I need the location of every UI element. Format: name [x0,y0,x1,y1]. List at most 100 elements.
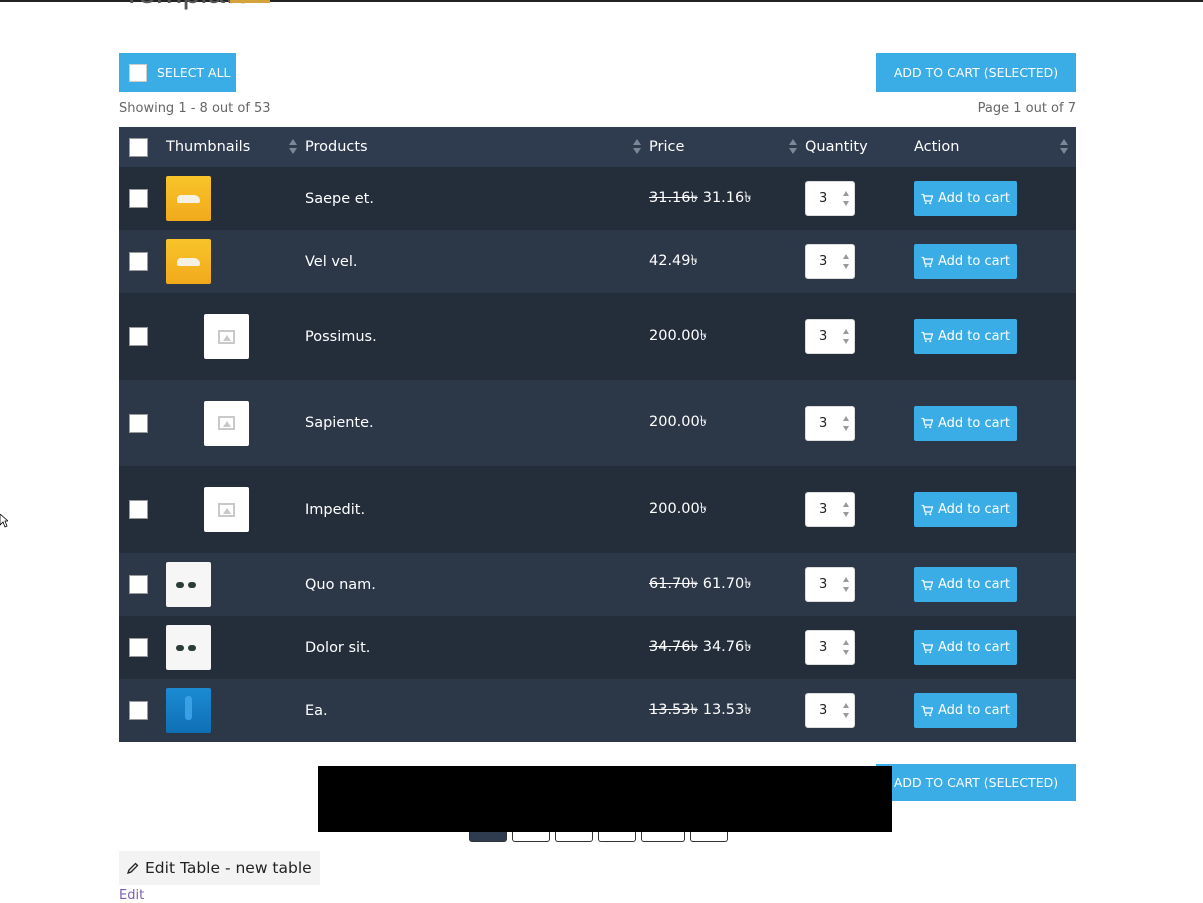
pagination-page[interactable] [641,832,685,842]
table-row: Saepe et. 31.16৳ 31.16৳ 3 Add to cart [119,167,1076,230]
header-action[interactable]: Action [914,127,1076,167]
table-row: Vel vel. 42.49৳ 3 Add to cart [119,230,1076,293]
add-to-cart-label: Add to cart [937,703,1011,718]
add-to-cart-button[interactable]: Add to cart [914,405,1017,441]
spinner-arrows-icon[interactable] [843,191,850,208]
edit-table-label: Edit Table - new table [145,859,312,877]
placeholder-image-icon[interactable] [204,314,249,359]
header-quantity: Quantity [805,127,914,167]
quantity-stepper[interactable]: 3 [805,492,855,527]
product-name[interactable]: Impedit. [305,502,365,518]
sort-icon[interactable] [789,139,797,155]
product-price: 31.16৳ [702,189,752,206]
product-thumbnail[interactable] [166,688,211,733]
spinner-arrows-icon[interactable] [843,329,850,346]
quantity-stepper[interactable]: 3 [805,405,855,441]
quantity-stepper[interactable]: 3 [805,693,855,728]
row-checkbox[interactable] [129,252,148,271]
select-all-label: SELECT ALL [157,65,231,80]
spinner-arrows-icon[interactable] [843,254,850,271]
page-indicator: Page 1 out of 7 [977,101,1076,116]
spinner-arrows-icon[interactable] [843,502,850,519]
cart-icon [921,193,933,204]
quantity-stepper[interactable]: 3 [805,244,855,279]
product-thumbnail[interactable] [166,562,211,607]
product-thumbnail[interactable] [166,176,211,221]
add-to-cart-button[interactable]: Add to cart [914,630,1017,665]
quantity-value[interactable]: 3 [819,577,827,592]
select-all-checkbox[interactable] [129,63,147,82]
quantity-value[interactable]: 3 [819,416,827,431]
table-row: Sapiente. 200.00৳ 3 Add to cart [119,380,1076,466]
add-to-cart-label: Add to cart [937,191,1011,206]
pagination-page[interactable] [690,832,728,842]
product-name[interactable]: Vel vel. [305,254,358,270]
sort-icon[interactable] [1060,139,1068,155]
cart-icon [921,256,933,267]
quantity-stepper[interactable]: 3 [805,181,855,216]
pagination-page[interactable] [512,832,550,842]
quantity-value[interactable]: 3 [819,640,827,655]
add-selected-button-bottom[interactable]: ADD TO CART (SELECTED) [876,764,1076,801]
spinner-arrows-icon[interactable] [843,577,850,594]
quantity-value[interactable]: 3 [819,254,827,269]
header-thumbnails-label: Thumbnails [166,139,251,155]
mouse-cursor-icon [0,514,8,528]
product-name[interactable]: Sapiente. [305,415,374,431]
showing-count: Showing 1 - 8 out of 53 [119,101,271,116]
header-products-label: Products [305,139,368,155]
product-price: 42.49৳ [649,252,698,269]
spinner-arrows-icon[interactable] [843,703,850,720]
select-all-button[interactable]: SELECT ALL [119,53,236,92]
header-checkbox[interactable] [129,137,148,157]
sort-icon[interactable] [289,139,297,155]
product-name[interactable]: Possimus. [305,329,377,345]
product-name[interactable]: Saepe et. [305,191,374,207]
header-thumbnails[interactable]: Thumbnails [157,127,305,167]
row-checkbox[interactable] [129,500,148,519]
add-to-cart-button[interactable]: Add to cart [914,492,1017,527]
add-to-cart-button[interactable]: Add to cart [914,567,1017,602]
quantity-value[interactable]: 3 [819,329,827,344]
row-checkbox[interactable] [129,701,148,720]
row-checkbox[interactable] [129,189,148,208]
edit-table-button[interactable]: Edit Table - new table [119,851,320,885]
header-products[interactable]: Products [305,127,649,167]
sort-icon[interactable] [633,139,641,155]
quantity-value[interactable]: 3 [819,703,827,718]
quantity-stepper[interactable]: 3 [805,630,855,665]
add-to-cart-button[interactable]: Add to cart [914,693,1017,728]
product-name[interactable]: Ea. [305,703,328,719]
quantity-stepper[interactable]: 3 [805,319,855,354]
product-thumbnail[interactable] [166,625,211,670]
add-to-cart-button[interactable]: Add to cart [914,181,1017,216]
pagination-page[interactable] [555,832,593,842]
spinner-arrows-icon[interactable] [843,640,850,657]
pagination-page-1[interactable] [469,832,507,842]
edit-link[interactable]: Edit [119,888,144,903]
row-checkbox[interactable] [129,638,148,657]
product-name[interactable]: Dolor sit. [305,640,370,656]
placeholder-image-icon[interactable] [204,487,249,532]
quantity-value[interactable]: 3 [819,191,827,206]
product-price: 61.70৳ [702,575,752,592]
product-price: 34.76৳ [702,638,752,655]
add-selected-button-top[interactable]: ADD TO CART (SELECTED) [876,53,1076,92]
spinner-arrows-icon[interactable] [843,415,850,433]
product-price: 200.00৳ [649,500,707,517]
pagination-page[interactable] [598,832,636,842]
cart-icon [921,504,933,515]
header-price[interactable]: Price [649,127,805,167]
row-checkbox[interactable] [129,413,148,433]
add-to-cart-label: Add to cart [937,640,1011,655]
quantity-value[interactable]: 3 [819,502,827,517]
placeholder-image-icon[interactable] [204,400,249,446]
header-action-label: Action [914,139,960,155]
row-checkbox[interactable] [129,575,148,594]
product-thumbnail[interactable] [166,239,211,284]
add-to-cart-button[interactable]: Add to cart [914,319,1017,354]
quantity-stepper[interactable]: 3 [805,567,855,602]
row-checkbox[interactable] [129,327,148,346]
add-to-cart-button[interactable]: Add to cart [914,244,1017,279]
product-name[interactable]: Quo nam. [305,577,376,593]
